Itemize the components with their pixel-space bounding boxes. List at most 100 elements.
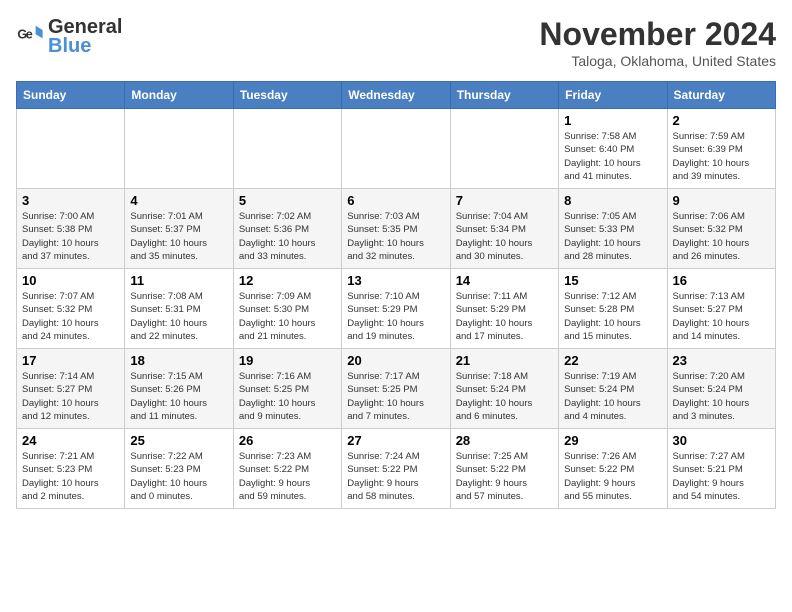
day-number: 2 <box>673 113 770 128</box>
day-number: 27 <box>347 433 444 448</box>
calendar-week-4: 17Sunrise: 7:14 AM Sunset: 5:27 PM Dayli… <box>17 349 776 429</box>
calendar-cell: 19 Sunrise: 7:16 AM Sunset: 5:25 PM Dayli… <box>233 349 341 429</box>
day-info: Sunrise: 7:24 AM Sunset: 5:22 PM Dayligh… <box>347 450 444 503</box>
day-number: 3 <box>22 193 119 208</box>
day-info: Sunrise: 7:19 AM Sunset: 5:24 PM Dayligh… <box>564 370 661 423</box>
day-number: 23 <box>673 353 770 368</box>
day-number: 16 <box>673 273 770 288</box>
day-number: 22 <box>564 353 661 368</box>
day-info: Sunrise: 7:18 AM Sunset: 5:24 PM Dayligh… <box>456 370 553 423</box>
calendar-cell: 21 Sunrise: 7:18 AM Sunset: 5:24 PM Dayli… <box>450 349 558 429</box>
weekday-header-row: SundayMondayTuesdayWednesdayThursdayFrid… <box>17 82 776 109</box>
day-info: Sunrise: 7:58 AM Sunset: 6:40 PM Dayligh… <box>564 130 661 183</box>
day-info: Sunrise: 7:21 AM Sunset: 5:23 PM Dayligh… <box>22 450 119 503</box>
calendar-cell: 5Sunrise: 7:02 AM Sunset: 5:36 PM Daylig… <box>233 189 341 269</box>
day-info: Sunrise: 7:10 AM Sunset: 5:29 PM Dayligh… <box>347 290 444 343</box>
day-number: 12 <box>239 273 336 288</box>
day-number: 21 <box>456 353 553 368</box>
calendar-table: SundayMondayTuesdayWednesdayThursdayFrid… <box>16 81 776 509</box>
day-number: 18 <box>130 353 227 368</box>
calendar-cell: 30 Sunrise: 7:27 AM Sunset: 5:21 PM Dayli… <box>667 429 775 509</box>
day-info: Sunrise: 7:00 AM Sunset: 5:38 PM Dayligh… <box>22 210 119 263</box>
calendar-cell: 10 Sunrise: 7:07 AM Sunset: 5:32 PM Dayli… <box>17 269 125 349</box>
calendar-cell: 8Sunrise: 7:05 AM Sunset: 5:33 PM Daylig… <box>559 189 667 269</box>
day-number: 8 <box>564 193 661 208</box>
calendar-cell: 26Sunrise: 7:23 AM Sunset: 5:22 PM Dayli… <box>233 429 341 509</box>
day-number: 29 <box>564 433 661 448</box>
day-info: Sunrise: 7:07 AM Sunset: 5:32 PM Dayligh… <box>22 290 119 343</box>
day-number: 11 <box>130 273 227 288</box>
calendar-cell <box>342 109 450 189</box>
day-info: Sunrise: 7:09 AM Sunset: 5:30 PM Dayligh… <box>239 290 336 343</box>
calendar-cell: 9 Sunrise: 7:06 AM Sunset: 5:32 PM Daylig… <box>667 189 775 269</box>
header: G e General Blue November 2024 Taloga, O… <box>16 16 776 69</box>
day-info: Sunrise: 7:25 AM Sunset: 5:22 PM Dayligh… <box>456 450 553 503</box>
day-info: Sunrise: 7:14 AM Sunset: 5:27 PM Dayligh… <box>22 370 119 423</box>
day-number: 20 <box>347 353 444 368</box>
calendar-cell: 3 Sunrise: 7:00 AM Sunset: 5:38 PM Daylig… <box>17 189 125 269</box>
calendar-cell: 2 Sunrise: 7:59 AM Sunset: 6:39 PM Daylig… <box>667 109 775 189</box>
weekday-header-thursday: Thursday <box>450 82 558 109</box>
calendar-cell: 7 Sunrise: 7:04 AM Sunset: 5:34 PM Daylig… <box>450 189 558 269</box>
weekday-header-sunday: Sunday <box>17 82 125 109</box>
calendar-cell: 28Sunrise: 7:25 AM Sunset: 5:22 PM Dayli… <box>450 429 558 509</box>
calendar-cell: 1 Sunrise: 7:58 AM Sunset: 6:40 PM Daylig… <box>559 109 667 189</box>
calendar-week-2: 3 Sunrise: 7:00 AM Sunset: 5:38 PM Daylig… <box>17 189 776 269</box>
svg-text:e: e <box>26 27 33 41</box>
calendar-cell <box>450 109 558 189</box>
day-number: 19 <box>239 353 336 368</box>
calendar-cell: 14Sunrise: 7:11 AM Sunset: 5:29 PM Dayli… <box>450 269 558 349</box>
day-info: Sunrise: 7:01 AM Sunset: 5:37 PM Dayligh… <box>130 210 227 263</box>
day-info: Sunrise: 7:13 AM Sunset: 5:27 PM Dayligh… <box>673 290 770 343</box>
calendar-cell: 15 Sunrise: 7:12 AM Sunset: 5:28 PM Dayli… <box>559 269 667 349</box>
logo-icon: G e <box>16 23 44 51</box>
day-info: Sunrise: 7:59 AM Sunset: 6:39 PM Dayligh… <box>673 130 770 183</box>
day-info: Sunrise: 7:06 AM Sunset: 5:32 PM Dayligh… <box>673 210 770 263</box>
calendar-cell: 17Sunrise: 7:14 AM Sunset: 5:27 PM Dayli… <box>17 349 125 429</box>
calendar-body: 1 Sunrise: 7:58 AM Sunset: 6:40 PM Daylig… <box>17 109 776 509</box>
day-info: Sunrise: 7:08 AM Sunset: 5:31 PM Dayligh… <box>130 290 227 343</box>
day-info: Sunrise: 7:16 AM Sunset: 5:25 PM Dayligh… <box>239 370 336 423</box>
calendar-cell: 13 Sunrise: 7:10 AM Sunset: 5:29 PM Dayli… <box>342 269 450 349</box>
weekday-header-monday: Monday <box>125 82 233 109</box>
day-info: Sunrise: 7:04 AM Sunset: 5:34 PM Dayligh… <box>456 210 553 263</box>
calendar-cell: 11 Sunrise: 7:08 AM Sunset: 5:31 PM Dayli… <box>125 269 233 349</box>
day-info: Sunrise: 7:26 AM Sunset: 5:22 PM Dayligh… <box>564 450 661 503</box>
calendar-cell: 29 Sunrise: 7:26 AM Sunset: 5:22 PM Dayli… <box>559 429 667 509</box>
weekday-header-friday: Friday <box>559 82 667 109</box>
day-info: Sunrise: 7:12 AM Sunset: 5:28 PM Dayligh… <box>564 290 661 343</box>
day-number: 7 <box>456 193 553 208</box>
calendar-cell: 4 Sunrise: 7:01 AM Sunset: 5:37 PM Daylig… <box>125 189 233 269</box>
day-number: 24 <box>22 433 119 448</box>
day-info: Sunrise: 7:22 AM Sunset: 5:23 PM Dayligh… <box>130 450 227 503</box>
calendar-week-1: 1 Sunrise: 7:58 AM Sunset: 6:40 PM Daylig… <box>17 109 776 189</box>
day-number: 25 <box>130 433 227 448</box>
day-number: 9 <box>673 193 770 208</box>
calendar-week-5: 24 Sunrise: 7:21 AM Sunset: 5:23 PM Dayli… <box>17 429 776 509</box>
calendar-cell <box>233 109 341 189</box>
weekday-header-tuesday: Tuesday <box>233 82 341 109</box>
calendar-cell <box>125 109 233 189</box>
day-number: 6 <box>347 193 444 208</box>
day-number: 14 <box>456 273 553 288</box>
day-info: Sunrise: 7:27 AM Sunset: 5:21 PM Dayligh… <box>673 450 770 503</box>
calendar-cell: 12 Sunrise: 7:09 AM Sunset: 5:30 PM Dayli… <box>233 269 341 349</box>
title-area: November 2024 Taloga, Oklahoma, United S… <box>539 16 776 69</box>
calendar-cell: 6 Sunrise: 7:03 AM Sunset: 5:35 PM Daylig… <box>342 189 450 269</box>
day-info: Sunrise: 7:17 AM Sunset: 5:25 PM Dayligh… <box>347 370 444 423</box>
month-title: November 2024 <box>539 16 776 53</box>
calendar-cell: 25 Sunrise: 7:22 AM Sunset: 5:23 PM Dayli… <box>125 429 233 509</box>
day-info: Sunrise: 7:15 AM Sunset: 5:26 PM Dayligh… <box>130 370 227 423</box>
day-number: 30 <box>673 433 770 448</box>
calendar-header: SundayMondayTuesdayWednesdayThursdayFrid… <box>17 82 776 109</box>
calendar-cell: 24 Sunrise: 7:21 AM Sunset: 5:23 PM Dayli… <box>17 429 125 509</box>
day-number: 1 <box>564 113 661 128</box>
day-number: 15 <box>564 273 661 288</box>
calendar-cell: 22 Sunrise: 7:19 AM Sunset: 5:24 PM Dayli… <box>559 349 667 429</box>
day-number: 4 <box>130 193 227 208</box>
calendar-cell: 18 Sunrise: 7:15 AM Sunset: 5:26 PM Dayli… <box>125 349 233 429</box>
day-info: Sunrise: 7:03 AM Sunset: 5:35 PM Dayligh… <box>347 210 444 263</box>
day-number: 13 <box>347 273 444 288</box>
day-number: 26 <box>239 433 336 448</box>
day-number: 10 <box>22 273 119 288</box>
